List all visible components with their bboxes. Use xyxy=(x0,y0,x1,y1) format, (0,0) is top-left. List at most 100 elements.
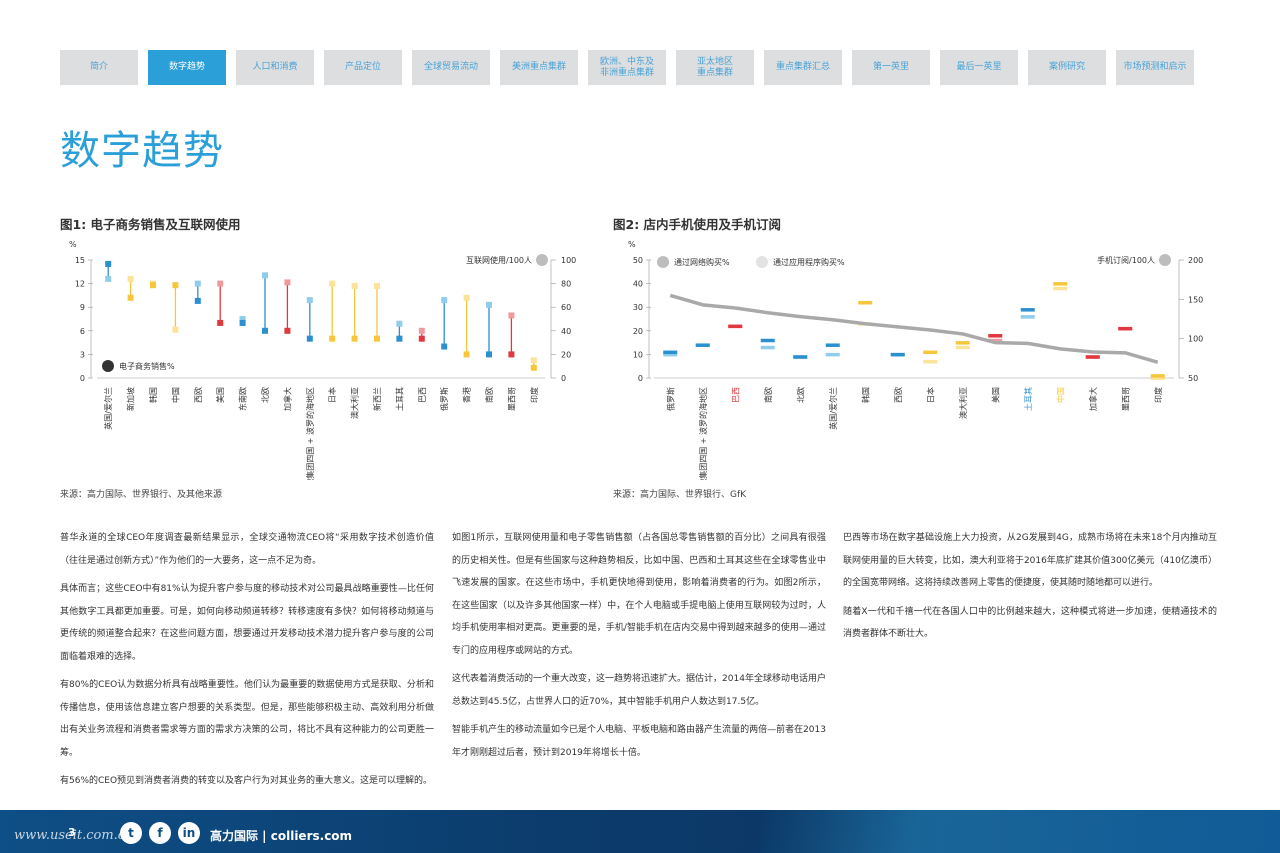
x-tick-label: 新加坡 xyxy=(126,387,136,411)
y-right-tick: 200 xyxy=(1188,256,1203,265)
x-tick-label: 英国/爱尔兰 xyxy=(828,387,838,430)
paragraph: 智能手机产生的移动流量如今已是个人电脑、平板电脑和路由器产生流量的两倍—前者在2… xyxy=(452,725,826,758)
y-right-tick: 150 xyxy=(1188,295,1203,304)
internet-point xyxy=(530,357,537,364)
x-tick-label: 土耳其 xyxy=(394,387,404,411)
y-left-tick: 0 xyxy=(80,374,85,383)
legend-internet-label: 互联网使用/100人 xyxy=(466,255,532,265)
internet-point xyxy=(306,297,313,304)
figure2-chart: % 0 10 20 30 40 50 50 100 150 200 通过网络购买% 通过应用程序购买% 手… xyxy=(628,240,1203,480)
paragraph: 有80%的CEO认为数据分析具有战略重要性。他们认为最重要的数据使用方式是获取、… xyxy=(60,680,434,758)
x-tick-label: 英国/爱尔兰 xyxy=(103,387,113,430)
y-left-tick: 6 xyxy=(80,327,85,336)
x-tick-label: 维谢格拉德集团四国 + 波罗的海地区 xyxy=(698,387,708,480)
nav-tab[interactable]: 数字趋势 xyxy=(148,50,226,85)
ecommerce-point xyxy=(150,282,156,289)
internet-point xyxy=(105,275,112,282)
app-purchase-mark xyxy=(955,345,970,350)
nav-tab[interactable]: 产品定位 xyxy=(324,50,402,85)
web-purchase-mark xyxy=(695,343,710,347)
web-purchase-mark xyxy=(760,338,775,343)
web-purchase-mark xyxy=(988,334,1003,338)
x-tick-label: 南欧 xyxy=(484,387,494,403)
x-tick-label: 北欧 xyxy=(795,387,805,403)
app-purchase-mark xyxy=(1053,286,1068,291)
ecommerce-point xyxy=(374,335,380,342)
ecommerce-point xyxy=(306,335,313,342)
y-right-tick: 100 xyxy=(561,256,576,265)
ecommerce-point xyxy=(127,294,134,301)
y-left-tick: 15 xyxy=(75,256,85,265)
web-purchase-mark xyxy=(955,341,970,345)
legend-app-marker xyxy=(756,256,768,268)
figure2-title: 图2: 店内手机使用及手机订阅 xyxy=(613,217,782,232)
legend-ecommerce-marker xyxy=(102,360,114,372)
facebook-icon[interactable]: f xyxy=(149,822,171,844)
y-right-tick: 50 xyxy=(1188,374,1198,383)
mobile-subscription-line xyxy=(669,293,1159,364)
y-right-tick: 40 xyxy=(561,327,571,336)
internet-point xyxy=(418,327,425,334)
nav-tab[interactable]: 案例研究 xyxy=(1028,50,1106,85)
internet-point xyxy=(374,282,380,289)
nav-tab[interactable]: 人口和消费 xyxy=(236,50,314,85)
nav-tab[interactable]: 欧洲、中东及 非洲重点集群 xyxy=(588,50,666,85)
internet-point xyxy=(351,282,358,289)
twitter-icon[interactable]: t xyxy=(120,822,142,844)
ecommerce-point xyxy=(351,335,358,342)
ecommerce-point xyxy=(508,351,515,358)
body-column-3: 巴西等市场在数字基础设施上大力投资，从2G发展到4G，成熟市场将在未来18个月内… xyxy=(843,527,1217,652)
linkedin-icon[interactable]: in xyxy=(178,822,200,844)
x-tick-label: 西欧 xyxy=(193,387,203,403)
y-left-tick: 20 xyxy=(633,327,643,336)
brand-link[interactable]: 高力国际 | colliers.com xyxy=(210,827,352,844)
x-tick-label: 美国 xyxy=(215,387,225,403)
x-tick-label: 香港 xyxy=(462,387,472,403)
y-right-tick: 0 xyxy=(561,374,566,383)
ecommerce-point xyxy=(441,343,448,350)
legend-ecommerce-label: 电子商务销售% xyxy=(119,361,175,371)
nav-tab[interactable]: 第一英里 xyxy=(852,50,930,85)
nav-tab[interactable]: 全球贸易流动 xyxy=(412,50,490,85)
nav-tab[interactable]: 市场预测和启示 xyxy=(1116,50,1194,85)
x-tick-label: 中国 xyxy=(1055,387,1065,403)
x-tick-label: 美国 xyxy=(990,387,1000,403)
x-tick-label: 澳大利亚 xyxy=(350,387,360,419)
y-left-tick: 40 xyxy=(633,280,643,289)
paragraph: 普华永道的全球CEO年度调查最新结果显示，全球交通物流CEO将“采用数字技术创造… xyxy=(60,533,434,566)
x-tick-label: 南欧 xyxy=(763,387,773,403)
x-tick-label: 印度 xyxy=(1153,387,1163,403)
x-tick-label: 东南欧 xyxy=(238,387,248,411)
ecommerce-point xyxy=(329,335,336,342)
x-tick-label: 巴西 xyxy=(731,387,740,403)
internet-point xyxy=(486,301,492,308)
footer-stripe xyxy=(760,810,1280,853)
nav-tab[interactable]: 亚太地区 重点集群 xyxy=(676,50,754,85)
paragraph: 有56%的CEO预见到消费者消费的转变以及客户行为对其业务的重大意义。这是可以理… xyxy=(60,776,433,786)
y-left-tick: 50 xyxy=(633,256,643,265)
legend-subs-label: 手机订阅/100人 xyxy=(1097,255,1155,265)
nav-tab[interactable]: 最后一英里 xyxy=(940,50,1018,85)
nav-tab[interactable]: 重点集群汇总 xyxy=(764,50,842,85)
x-tick-label: 澳大利亚 xyxy=(958,387,968,419)
y-left-unit: % xyxy=(628,240,636,249)
legend-subs-marker xyxy=(1159,254,1171,266)
x-tick-label: 墨西哥 xyxy=(1121,387,1130,411)
internet-point xyxy=(172,326,179,333)
y-right-tick: 60 xyxy=(561,303,571,312)
ecommerce-point xyxy=(217,319,224,326)
nav-tab[interactable]: 美洲重点集群 xyxy=(500,50,578,85)
web-purchase-mark xyxy=(793,355,808,359)
x-tick-label: 北欧 xyxy=(260,387,270,403)
internet-point xyxy=(396,320,403,327)
y-left-tick: 0 xyxy=(638,374,643,383)
ecommerce-point xyxy=(262,327,268,334)
nav-tab[interactable]: 简介 xyxy=(60,50,138,85)
web-purchase-mark xyxy=(890,352,905,357)
legend-web-marker xyxy=(657,256,669,268)
x-tick-label: 日本 xyxy=(925,387,935,403)
internet-point xyxy=(463,294,470,301)
internet-point xyxy=(194,280,201,287)
x-tick-label: 新西兰 xyxy=(372,387,382,411)
x-tick-label: 维谢格拉德集团四国 + 波罗的海地区 xyxy=(305,387,315,480)
